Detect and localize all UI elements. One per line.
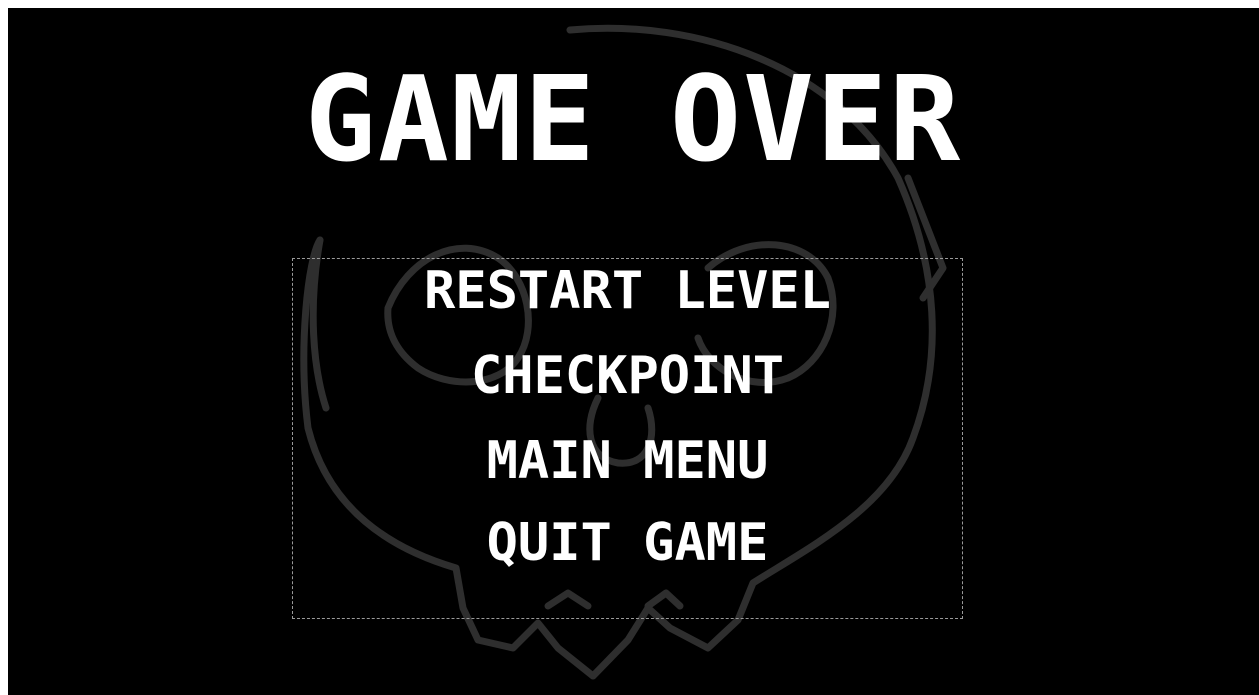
menu-list: RESTART LEVEL CHECKPOINT MAIN MENU QUIT … (293, 259, 962, 618)
checkpoint-button[interactable]: CHECKPOINT (293, 347, 962, 405)
game-viewport: GAME OVER RESTART LEVEL CHECKPOINT MAIN … (8, 8, 1259, 695)
game-over-screen: GAME OVER RESTART LEVEL CHECKPOINT MAIN … (0, 0, 1259, 695)
game-over-title: GAME OVER (304, 50, 963, 188)
main-menu-button[interactable]: MAIN MENU (293, 432, 962, 490)
game-over-menu: RESTART LEVEL CHECKPOINT MAIN MENU QUIT … (292, 258, 963, 619)
quit-game-button[interactable]: QUIT GAME (293, 514, 962, 572)
restart-level-button[interactable]: RESTART LEVEL (293, 262, 962, 320)
